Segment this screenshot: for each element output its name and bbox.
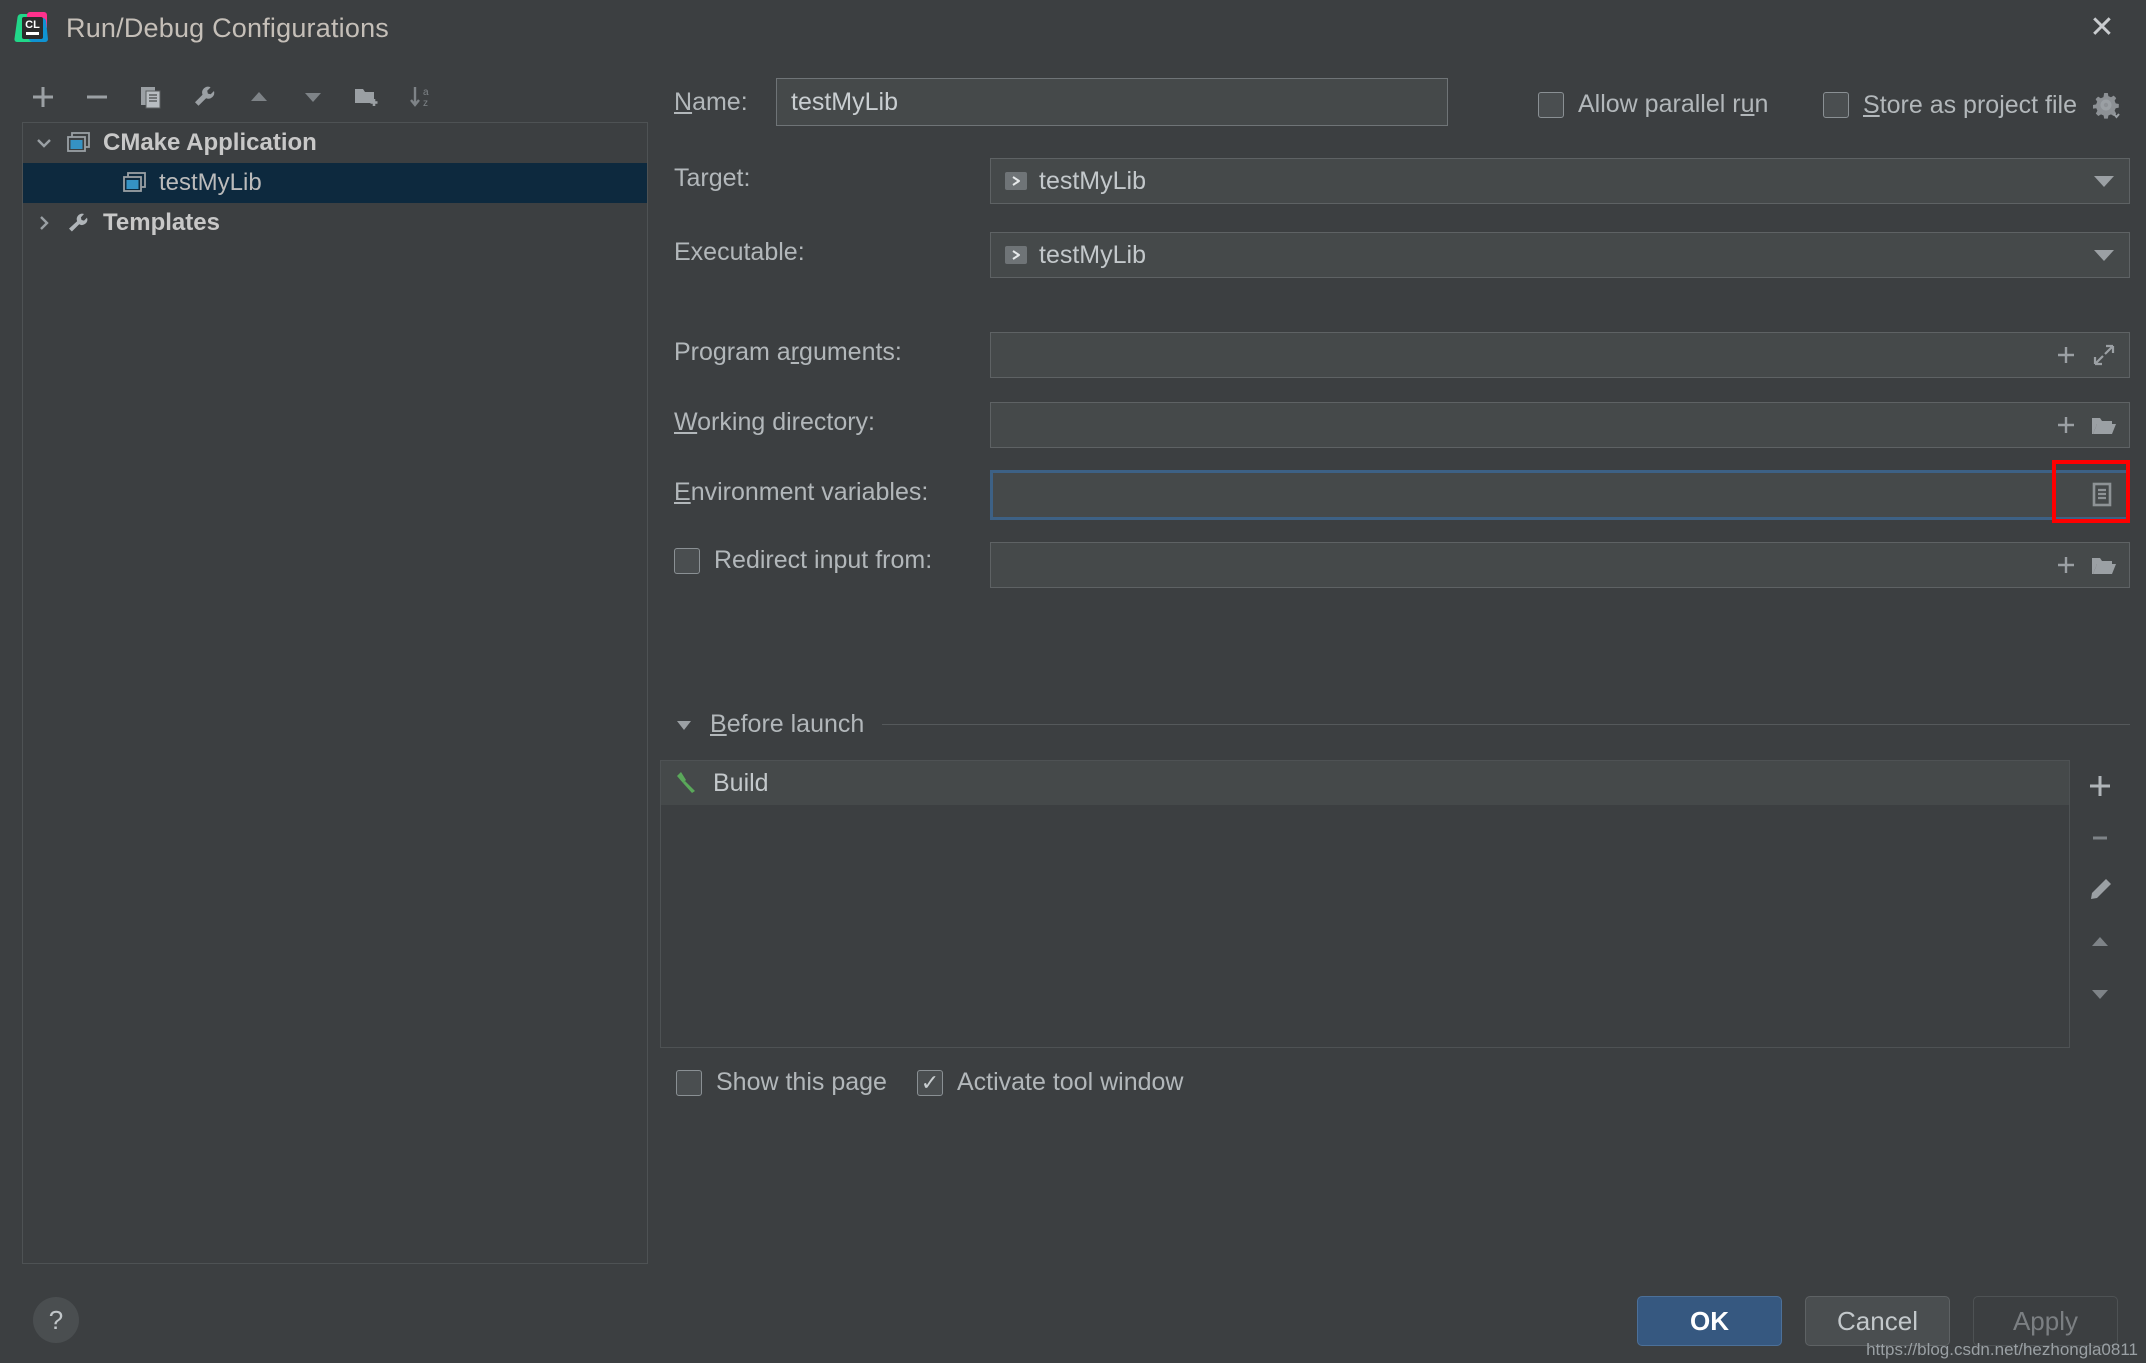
target-row: Target: testMyLib	[660, 144, 2130, 218]
plus-icon[interactable]	[2047, 336, 2085, 374]
cmake-application-icon	[65, 131, 93, 155]
before-launch-task-label: Build	[713, 768, 769, 797]
store-as-project-file-label: Store as project file	[1863, 90, 2078, 119]
remove-task-button[interactable]	[2074, 812, 2126, 864]
executable-dropdown[interactable]: testMyLib	[990, 232, 2130, 278]
name-row: Name: testMyLib Allow parallel run Store…	[660, 60, 2130, 144]
close-icon[interactable]: ✕	[2080, 8, 2124, 48]
plus-icon[interactable]	[2047, 406, 2085, 444]
plus-icon[interactable]	[2047, 546, 2085, 584]
chevron-right-icon[interactable]	[31, 210, 57, 236]
show-this-page-row[interactable]: Show this page Activate tool window	[676, 1068, 1183, 1097]
edit-task-button[interactable]	[2074, 864, 2126, 916]
folder-icon[interactable]	[2085, 546, 2123, 584]
configurations-tree[interactable]: CMake Application testMyLib Templates	[22, 122, 648, 1264]
before-launch-task-item[interactable]: Build	[661, 761, 2069, 805]
build-hammer-icon	[673, 769, 701, 797]
configurations-toolbar: a z	[18, 70, 640, 124]
clion-logo-icon: CL	[14, 12, 49, 44]
add-configuration-button[interactable]	[18, 75, 68, 119]
expand-icon[interactable]	[2085, 336, 2123, 374]
tree-node-label: Templates	[103, 209, 220, 236]
tree-node-templates[interactable]: Templates	[23, 203, 647, 243]
name-input[interactable]: testMyLib	[776, 78, 1448, 126]
before-launch-toolbar	[2070, 760, 2130, 1048]
cmake-application-icon	[121, 171, 149, 195]
clion-logo-text: CL	[22, 17, 43, 39]
apply-button[interactable]: Apply	[1973, 1296, 2118, 1346]
svg-text:a: a	[423, 87, 429, 98]
folder-icon[interactable]	[2085, 406, 2123, 444]
run-target-icon	[1003, 242, 1029, 268]
environment-variables-label: Environment variables:	[674, 478, 929, 506]
activate-tool-window-checkbox[interactable]	[916, 1069, 943, 1096]
window-title: Run/Debug Configurations	[66, 12, 389, 43]
before-launch-task-list[interactable]: Build	[660, 760, 2070, 1048]
store-as-project-file-checkbox[interactable]	[1823, 92, 1849, 118]
gear-icon[interactable]	[2091, 90, 2121, 120]
ok-button[interactable]: OK	[1637, 1296, 1782, 1346]
redirect-input-path-input[interactable]	[990, 542, 2130, 588]
svg-text:z: z	[423, 98, 428, 109]
working-directory-row: Working directory:	[660, 388, 2130, 458]
watermark-text: https://blog.csdn.net/hezhongla0811	[1866, 1340, 2138, 1359]
help-button[interactable]: ?	[33, 1297, 79, 1343]
before-launch-header[interactable]: Before launch	[660, 710, 2130, 739]
working-directory-label: Working directory:	[674, 408, 876, 436]
target-label: Target:	[674, 164, 751, 192]
tree-node-testmylib[interactable]: testMyLib	[23, 163, 647, 203]
collapse-triangle-icon[interactable]	[672, 713, 696, 737]
name-label: Name:	[674, 88, 748, 116]
chevron-down-icon[interactable]	[31, 130, 57, 156]
program-arguments-row: Program arguments:	[660, 318, 2130, 388]
show-this-page-checkbox[interactable]	[676, 1069, 702, 1096]
redirect-input-checkbox[interactable]	[674, 547, 700, 574]
allow-parallel-run-checkbox[interactable]	[1538, 91, 1564, 118]
store-as-project-file-row[interactable]: Store as project file	[1823, 90, 2121, 120]
program-arguments-input[interactable]	[990, 332, 2130, 378]
move-task-down-button[interactable]	[2074, 968, 2126, 1020]
tree-node-cmake-application[interactable]: CMake Application	[23, 123, 647, 163]
section-divider	[882, 724, 2130, 725]
activate-tool-window-label: Activate tool window	[956, 1068, 1184, 1096]
executable-label: Executable:	[674, 238, 805, 266]
tree-node-label: CMake Application	[103, 129, 317, 156]
program-arguments-label: Program arguments:	[674, 338, 902, 366]
executable-row: Executable: testMyLib	[660, 218, 2130, 292]
allow-parallel-run-label: Allow parallel run	[1578, 90, 1769, 118]
sort-configurations-button[interactable]: a z	[396, 75, 446, 119]
move-up-button[interactable]	[234, 75, 284, 119]
copy-configuration-button[interactable]	[126, 75, 176, 119]
target-dropdown[interactable]: testMyLib	[990, 158, 2130, 204]
cancel-button[interactable]: Cancel	[1805, 1296, 1950, 1346]
chevron-down-icon[interactable]	[2085, 162, 2123, 200]
configuration-form: Name: testMyLib Allow parallel run Store…	[660, 60, 2130, 1096]
environment-variables-row: Environment variables:	[660, 458, 2130, 528]
environment-variables-input[interactable]	[990, 470, 2130, 520]
show-this-page-label: Show this page	[716, 1068, 887, 1096]
wrench-icon	[65, 211, 93, 235]
remove-configuration-button[interactable]	[72, 75, 122, 119]
redirect-input-checkbox-row[interactable]: Redirect input from:	[674, 546, 932, 575]
edit-templates-wrench-button[interactable]	[180, 75, 230, 119]
create-folder-button[interactable]	[342, 75, 392, 119]
working-directory-input[interactable]	[990, 402, 2130, 448]
before-launch-title: Before launch	[710, 710, 865, 738]
executable-value: testMyLib	[1039, 240, 1146, 269]
add-task-button[interactable]	[2074, 760, 2126, 812]
allow-parallel-run-row[interactable]: Allow parallel run	[1538, 90, 1768, 119]
redirect-input-label: Redirect input from:	[714, 546, 933, 574]
title-bar: CL Run/Debug Configurations ✕	[0, 0, 2146, 56]
move-down-button[interactable]	[288, 75, 338, 119]
edit-env-list-icon[interactable]	[2083, 476, 2121, 514]
target-value: testMyLib	[1039, 166, 1146, 195]
redirect-input-row: Redirect input from:	[660, 528, 2130, 598]
chevron-down-icon[interactable]	[2085, 236, 2123, 274]
move-task-up-button[interactable]	[2074, 916, 2126, 968]
name-input-value: testMyLib	[791, 87, 898, 116]
tree-node-label: testMyLib	[159, 169, 262, 196]
run-target-icon	[1003, 168, 1029, 194]
